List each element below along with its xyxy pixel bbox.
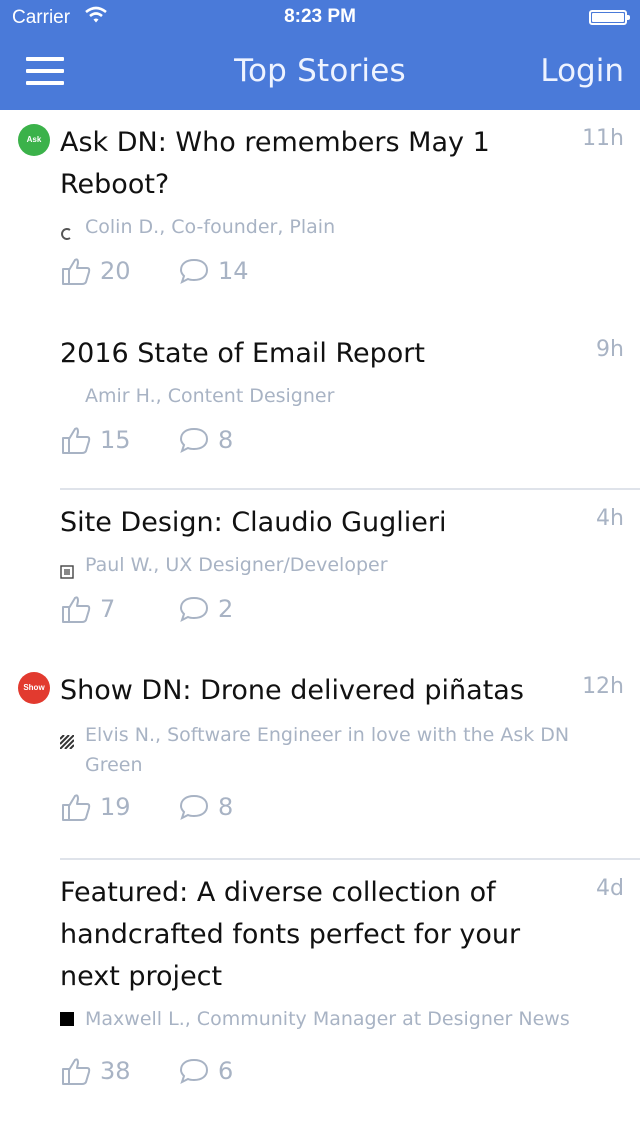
- story-item[interactable]: Featured: A diverse collection of handcr…: [0, 860, 640, 1136]
- story-title[interactable]: 2016 State of Email Report: [60, 333, 560, 375]
- story-stats: 7 2: [60, 594, 360, 626]
- story-stats: 15 8: [60, 425, 360, 457]
- comment-button[interactable]: 2: [178, 594, 268, 626]
- show-badge-icon: Show: [18, 672, 50, 704]
- upvote-count: 20: [100, 257, 131, 285]
- login-button[interactable]: Login: [540, 53, 624, 89]
- story-time: 9h: [596, 337, 624, 362]
- story-author[interactable]: Maxwell L., Community Manager at Designe…: [60, 1004, 620, 1034]
- comment-count: 8: [218, 426, 234, 454]
- story-time: 12h: [582, 674, 624, 699]
- story-title[interactable]: Site Design: Claudio Guglieri: [60, 502, 560, 544]
- comment-icon: [179, 794, 209, 820]
- thumbs-up-icon: [62, 794, 91, 821]
- story-author[interactable]: Elvis N., Software Engineer in love with…: [59, 720, 620, 780]
- story-author-label: Colin D., Co-founder, Plain: [85, 216, 336, 238]
- story-title[interactable]: Featured: A diverse collection of handcr…: [60, 872, 560, 998]
- upvote-count: 15: [100, 426, 131, 454]
- avatar-icon: [60, 558, 74, 579]
- upvote-button[interactable]: 38: [60, 1056, 150, 1088]
- thumbs-up-icon: [62, 258, 91, 285]
- story-author[interactable]: Colin D., Co-founder, Plain: [60, 212, 620, 242]
- upvote-button[interactable]: 19: [60, 792, 150, 824]
- comment-button[interactable]: 14: [178, 256, 268, 288]
- comment-button[interactable]: 8: [178, 425, 268, 457]
- story-time: 4h: [596, 506, 624, 531]
- clock: 8:23 PM: [284, 6, 356, 27]
- comment-count: 6: [218, 1057, 234, 1085]
- comment-button[interactable]: 6: [178, 1056, 268, 1088]
- comment-button[interactable]: 8: [178, 792, 268, 824]
- upvote-button[interactable]: 7: [60, 594, 150, 626]
- story-stats: 38 6: [60, 1056, 360, 1088]
- comment-icon: [179, 427, 209, 453]
- avatar-icon: [59, 728, 75, 750]
- upvote-count: 19: [100, 793, 131, 821]
- story-item[interactable]: 2016 State of Email Report 9h Amir H., C…: [0, 315, 640, 490]
- story-stats: 19 8: [60, 792, 360, 824]
- upvote-button[interactable]: 20: [60, 256, 150, 288]
- story-author-label: Amir H., Content Designer: [85, 385, 335, 407]
- upvote-count: 7: [100, 595, 116, 623]
- navigation-bar: Carrier 8:23 PM Top Stories Login: [0, 0, 640, 110]
- story-author-label: Paul W., UX Designer/Developer: [85, 554, 388, 576]
- story-title[interactable]: Ask DN: Who remembers May 1 Reboot?: [60, 122, 560, 206]
- thumbs-up-icon: [62, 427, 91, 454]
- upvote-button[interactable]: 15: [60, 425, 150, 457]
- upvote-count: 38: [100, 1057, 131, 1085]
- avatar-icon: [60, 1012, 74, 1026]
- comment-count: 14: [218, 257, 249, 285]
- story-title[interactable]: Show DN: Drone delivered piñatas: [60, 670, 560, 712]
- story-time: 11h: [582, 126, 624, 151]
- comment-count: 2: [218, 595, 234, 623]
- story-item[interactable]: Show Show DN: Drone delivered piñatas 12…: [0, 658, 640, 858]
- avatar-icon: [60, 220, 74, 240]
- story-author[interactable]: Paul W., UX Designer/Developer: [60, 550, 620, 580]
- comment-count: 8: [218, 793, 234, 821]
- story-author-label: Maxwell L., Community Manager at Designe…: [85, 1008, 570, 1030]
- thumbs-up-icon: [62, 596, 91, 623]
- story-time: 4d: [596, 876, 624, 901]
- comment-icon: [179, 1058, 209, 1084]
- ask-badge-icon: Ask: [18, 124, 50, 156]
- story-item[interactable]: Site Design: Claudio Guglieri 4h Paul W.…: [0, 490, 640, 658]
- story-author[interactable]: Amir H., Content Designer: [60, 381, 620, 411]
- battery-icon: [589, 10, 630, 25]
- status-bar: Carrier 8:23 PM: [0, 0, 640, 36]
- thumbs-up-icon: [62, 1058, 91, 1085]
- comment-icon: [179, 258, 209, 284]
- story-stats: 20 14: [60, 256, 360, 288]
- comment-icon: [179, 596, 209, 622]
- story-author-label: Elvis N., Software Engineer in love with…: [85, 724, 570, 776]
- story-item[interactable]: Ask Ask DN: Who remembers May 1 Reboot? …: [0, 110, 640, 315]
